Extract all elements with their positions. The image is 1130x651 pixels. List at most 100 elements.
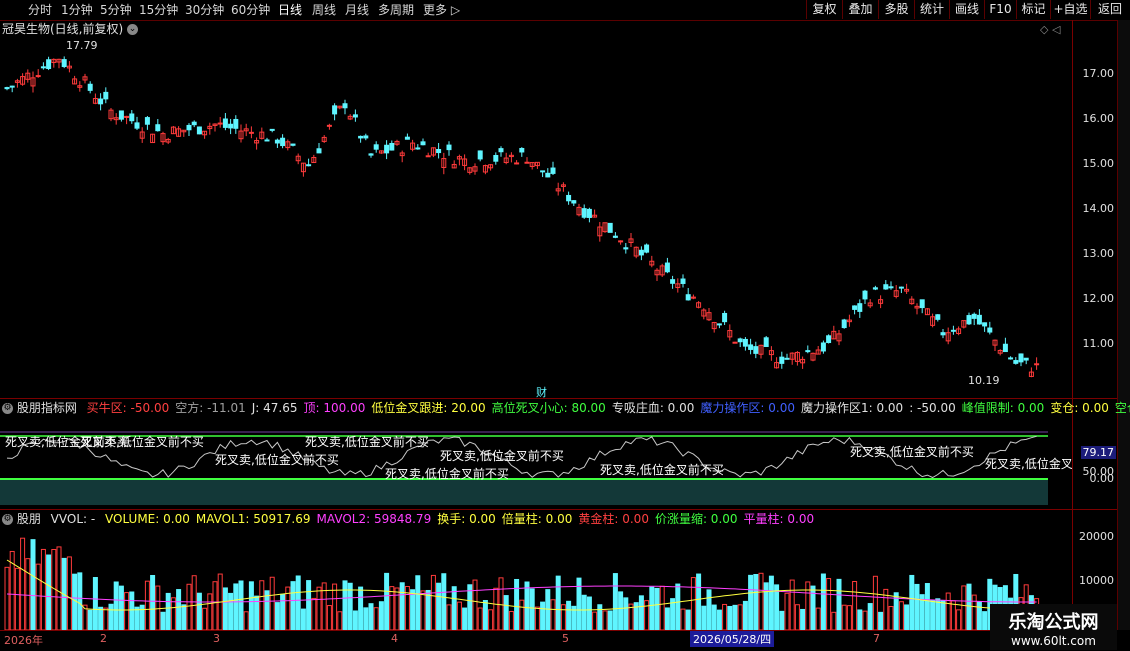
volume-bar — [649, 586, 655, 630]
signal-text: 死叉卖,低位金叉前不买 — [80, 434, 204, 449]
candle-body — [129, 113, 135, 122]
candle-body — [493, 155, 499, 162]
indicator-name[interactable]: 股朋指标网 — [17, 401, 77, 415]
volume-bar — [930, 599, 936, 630]
period-tab-multi[interactable]: 多周期 — [378, 2, 414, 18]
candle-body — [61, 59, 67, 68]
gear-icon[interactable]: ⚙ — [2, 403, 13, 414]
candle-body — [196, 126, 202, 135]
candle-body — [971, 313, 977, 319]
draw-line-button[interactable]: 画线 — [949, 0, 984, 19]
volume-bar — [30, 539, 36, 630]
signal-text: 死叉卖,低位金叉前不买 — [385, 466, 509, 481]
volume-bar — [519, 599, 525, 630]
volume-bar — [306, 580, 312, 630]
period-tab-30min[interactable]: 30分钟 — [185, 2, 224, 18]
candle-body — [722, 312, 728, 323]
volume-bar — [644, 600, 650, 630]
mark-button[interactable]: 标记 — [1016, 0, 1050, 19]
header-field: 平量柱: 0.00 — [743, 512, 815, 526]
volume-bar — [550, 599, 556, 630]
f10-button[interactable]: F10 — [984, 0, 1016, 19]
candle-body — [373, 144, 379, 150]
volume-bar — [727, 605, 733, 630]
statistics-button[interactable]: 统计 — [914, 0, 949, 19]
volume-bar — [410, 589, 416, 630]
restore-rights-button[interactable]: 复权 — [806, 0, 842, 19]
volume-bar — [805, 581, 811, 630]
candle-body — [420, 141, 426, 146]
volume-bar — [888, 606, 894, 630]
right-scroll-strip[interactable] — [1117, 20, 1130, 630]
period-tab-1min[interactable]: 1分钟 — [61, 2, 93, 18]
candle-body — [368, 153, 374, 156]
candle-body — [524, 161, 530, 164]
overlay-button[interactable]: 叠加 — [842, 0, 878, 19]
volume-y-tick: 20000 — [1079, 530, 1114, 543]
period-tab-daily[interactable]: 日线 — [278, 2, 302, 18]
volume-bar — [961, 585, 967, 630]
volume-bar — [914, 583, 920, 630]
volume-bar — [696, 573, 702, 630]
volume-bar — [425, 589, 431, 630]
volume-bar — [378, 601, 384, 630]
volume-bar — [358, 586, 364, 630]
volume-bar — [581, 594, 587, 630]
period-tab-5min[interactable]: 5分钟 — [100, 2, 132, 18]
candle-body — [753, 346, 759, 354]
volume-bar — [971, 594, 977, 630]
volume-bar — [280, 593, 286, 630]
volume-bar — [872, 575, 878, 630]
volume-bar — [826, 578, 832, 630]
header-field: MAVOL1: 50917.69 — [195, 512, 311, 526]
period-tab-fenshi[interactable]: 分时 — [28, 2, 52, 18]
volume-indicator-name[interactable]: 股朋 — [17, 512, 41, 526]
volume-bar — [321, 582, 327, 630]
back-button[interactable]: 返回 — [1090, 0, 1129, 19]
candle-body — [316, 148, 322, 154]
gear-icon[interactable]: ⚙ — [2, 514, 13, 525]
candlestick-series — [4, 56, 1040, 378]
candle-body — [857, 303, 863, 312]
volume-series — [4, 537, 1040, 630]
period-tab-more[interactable]: 更多 ▷ — [423, 2, 460, 18]
candle-body — [950, 329, 956, 332]
volume-bar — [139, 604, 145, 630]
candle-body — [612, 235, 618, 238]
finance-event-marker[interactable]: 财 — [536, 384, 547, 400]
candle-body — [571, 200, 577, 204]
volume-bar — [789, 579, 795, 630]
add-watchlist-button[interactable]: +自选 — [1050, 0, 1090, 19]
header-field: 空方: -11.01 — [175, 401, 246, 415]
volume-bar — [784, 592, 790, 630]
diamond-icon[interactable]: ◇ ◁ — [1040, 23, 1060, 36]
chevron-down-icon[interactable]: ⌄ — [127, 24, 139, 35]
period-tab-15min[interactable]: 15分钟 — [139, 2, 178, 18]
candle-body — [269, 128, 275, 131]
volume-bar — [924, 583, 930, 630]
volume-bar — [456, 601, 462, 630]
period-tab-60min[interactable]: 60分钟 — [231, 2, 270, 18]
candle-body — [732, 341, 738, 344]
candle-body — [685, 294, 691, 301]
volume-bar — [607, 610, 613, 630]
volume-bar — [898, 601, 904, 630]
volume-bar — [935, 598, 941, 630]
watermark-url: www.60lt.com — [1011, 634, 1096, 648]
volume-bar — [118, 585, 124, 630]
volume-bar — [488, 609, 494, 630]
candle-body — [805, 350, 811, 353]
indicator-header: ⚙ 股朋指标网 买牛区: -50.00 空方: -11.01 J: 47.65 顶: … — [2, 400, 1130, 416]
y-tick: 14.00 — [1082, 202, 1115, 215]
volume-bar — [482, 600, 488, 630]
header-field: 变仓: 0.00 — [1050, 401, 1109, 415]
candle-body — [274, 139, 280, 144]
period-tab-weekly[interactable]: 周线 — [312, 2, 336, 18]
mavol2-line — [6, 585, 1037, 603]
main-chart-header: 冠昊生物(日线,前复权) ⌄ — [2, 21, 139, 37]
volume-bar — [794, 604, 800, 630]
header-field: 换手: 0.00 — [437, 512, 496, 526]
multi-stock-button[interactable]: 多股 — [878, 0, 914, 19]
period-tab-monthly[interactable]: 月线 — [345, 2, 369, 18]
candle-body — [664, 262, 670, 273]
